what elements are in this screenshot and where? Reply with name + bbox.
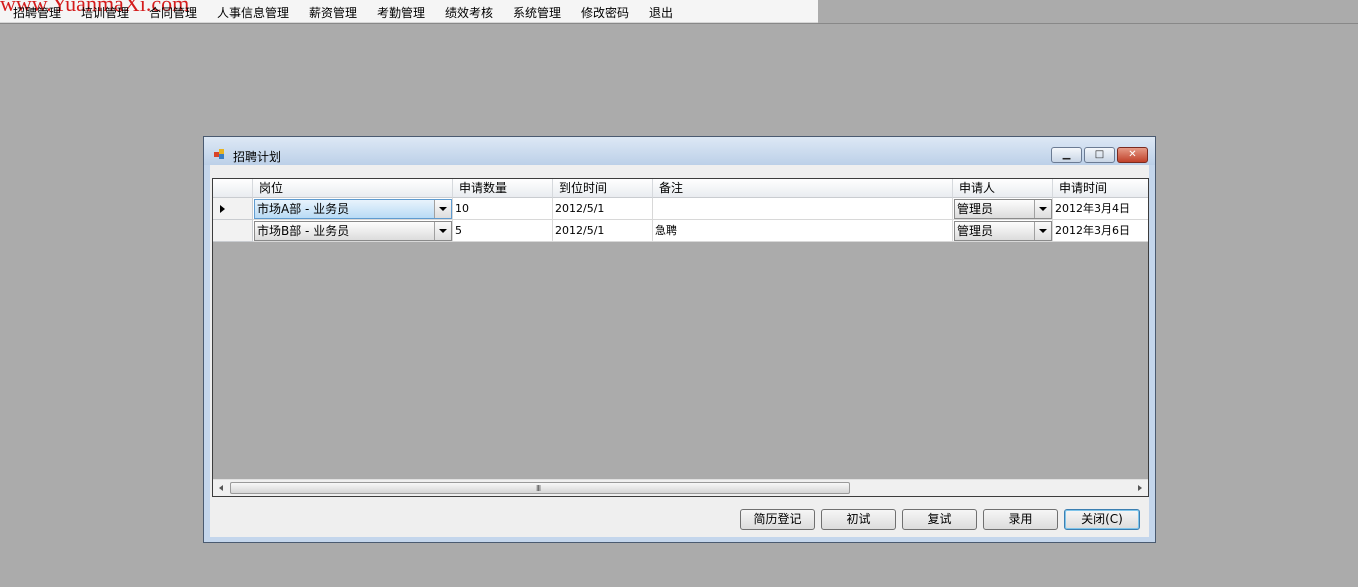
applicant-cell[interactable]: 管理员 [953, 198, 1053, 220]
chevron-down-icon [1039, 229, 1047, 233]
chevron-down-icon [439, 229, 447, 233]
close-icon: ✕ [1128, 149, 1137, 160]
scroll-right-icon[interactable] [1138, 485, 1142, 491]
chevron-down-icon [439, 207, 447, 211]
menu-attendance[interactable]: 考勤管理 [377, 4, 425, 21]
menu-recruitment[interactable]: 招聘管理 [13, 4, 61, 21]
row-header[interactable] [213, 198, 253, 220]
applicant-cell[interactable]: 管理员 [953, 220, 1053, 242]
app-icon [214, 149, 226, 161]
window-titlebar[interactable]: 招聘计划 ▁ □ ✕ [204, 137, 1155, 165]
scrollbar-thumb[interactable]: III [230, 482, 850, 494]
menu-system[interactable]: 系统管理 [513, 4, 561, 21]
column-header-applicant[interactable]: 申请人 [953, 179, 1053, 198]
apply-time-cell[interactable]: 2012年3月6日 [1053, 220, 1148, 242]
second-interview-button[interactable]: 复试 [902, 509, 977, 530]
menu-exit[interactable]: 退出 [649, 4, 673, 21]
remark-cell[interactable]: 急聘 [653, 220, 953, 242]
applicant-combobox[interactable]: 管理员 [954, 199, 1052, 219]
apply-time-cell[interactable]: 2012年3月4日 [1053, 198, 1148, 220]
scroll-grip: III [536, 484, 541, 493]
position-combobox[interactable]: 市场A部 - 业务员 [254, 199, 452, 219]
menu-contract[interactable]: 合同管理 [149, 4, 197, 21]
position-value: 市场B部 - 业务员 [257, 224, 350, 238]
column-header-quantity[interactable]: 申请数量 [453, 179, 553, 198]
applicant-value: 管理员 [957, 202, 994, 216]
remark-cell[interactable] [653, 198, 953, 220]
close-button[interactable]: 关闭(C) [1064, 509, 1140, 530]
chevron-down-icon [1039, 207, 1047, 211]
minimize-button[interactable]: ▁ [1051, 147, 1082, 163]
current-row-arrow-icon [220, 205, 225, 213]
column-header-apply-time[interactable]: 申请时间 [1053, 179, 1148, 198]
resume-register-button[interactable]: 简历登记 [740, 509, 815, 530]
dropdown-button[interactable] [434, 200, 451, 218]
dropdown-button[interactable] [1034, 222, 1051, 240]
menu-personnel-info[interactable]: 人事信息管理 [217, 4, 289, 21]
row-header[interactable] [213, 220, 253, 242]
menu-bar-divider [0, 23, 1358, 24]
arrival-date-cell[interactable]: 2012/5/1 [553, 220, 653, 242]
first-interview-button[interactable]: 初试 [821, 509, 896, 530]
position-cell[interactable]: 市场A部 - 业务员 [253, 198, 453, 220]
menu-change-password[interactable]: 修改密码 [581, 4, 629, 21]
position-combobox[interactable]: 市场B部 - 业务员 [254, 221, 452, 241]
minimize-icon: ▁ [1062, 149, 1071, 160]
table-row[interactable]: 市场B部 - 业务员 5 2012/5/1 急聘 管理员 2012年3月6日 [213, 220, 1148, 242]
menu-performance[interactable]: 绩效考核 [445, 4, 493, 21]
close-window-button[interactable]: ✕ [1117, 147, 1148, 163]
quantity-cell[interactable]: 10 [453, 198, 553, 220]
recruitment-plan-grid[interactable]: 岗位 申请数量 到位时间 备注 申请人 申请时间 市场A部 - 业务员 10 2… [212, 178, 1149, 497]
column-header-position[interactable]: 岗位 [253, 179, 453, 198]
recruitment-plan-window: 招聘计划 ▁ □ ✕ 岗位 申请数量 到位时间 备注 申请人 申请时间 市场A部… [203, 136, 1156, 543]
applicant-combobox[interactable]: 管理员 [954, 221, 1052, 241]
applicant-value: 管理员 [957, 224, 994, 238]
menu-training[interactable]: 培训管理 [81, 4, 129, 21]
horizontal-scrollbar[interactable]: III [213, 479, 1148, 496]
dropdown-button[interactable] [1034, 200, 1051, 218]
column-header-arrival-date[interactable]: 到位时间 [553, 179, 653, 198]
menu-salary[interactable]: 薪资管理 [309, 4, 357, 21]
dropdown-button[interactable] [434, 222, 451, 240]
maximize-button[interactable]: □ [1084, 147, 1115, 163]
window-client-area: 岗位 申请数量 到位时间 备注 申请人 申请时间 市场A部 - 业务员 10 2… [210, 165, 1149, 537]
hire-button[interactable]: 录用 [983, 509, 1058, 530]
window-title: 招聘计划 [233, 150, 282, 164]
maximize-icon: □ [1094, 149, 1105, 160]
arrival-date-cell[interactable]: 2012/5/1 [553, 198, 653, 220]
position-cell[interactable]: 市场B部 - 业务员 [253, 220, 453, 242]
quantity-cell[interactable]: 5 [453, 220, 553, 242]
column-header-remark[interactable]: 备注 [653, 179, 953, 198]
grid-corner-header[interactable] [213, 179, 253, 198]
position-value: 市场A部 - 业务员 [257, 202, 350, 216]
scroll-left-icon[interactable] [219, 485, 223, 491]
table-row[interactable]: 市场A部 - 业务员 10 2012/5/1 管理员 2012年3月4日 [213, 198, 1148, 220]
